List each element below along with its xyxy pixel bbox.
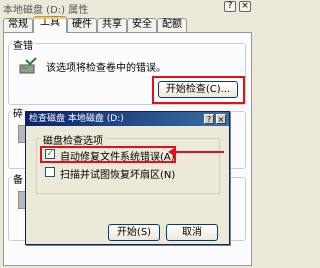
help-button[interactable]: ?: [224, 1, 236, 12]
properties-window: 本地磁盘 (D:) 属性 ? × 常规 工具 硬件 共享 安全 配额 查错 该选…: [0, 0, 255, 268]
error-check-description: 该选项将检查卷中的错误。: [46, 63, 166, 74]
backup-group-label: 备: [11, 171, 25, 186]
dialog-title-bar: 检查磁盘 本地磁盘 (D:): [26, 112, 229, 126]
auto-fix-label: 自动修复文件系统错误(A): [60, 152, 175, 163]
error-check-group-label: 查错: [11, 37, 35, 52]
pointer-arrow-icon: [168, 147, 224, 157]
disk-check-icon: [19, 57, 37, 74]
dialog-close-button[interactable]: ×: [216, 114, 226, 124]
disk-options-label: 磁盘检查选项: [41, 132, 105, 147]
dialog-title: 检查磁盘 本地磁盘 (D:): [29, 114, 124, 124]
tab-quota[interactable]: 配额: [157, 18, 187, 32]
dialog-help-button[interactable]: ?: [204, 114, 214, 124]
cancel-button[interactable]: 取消: [166, 224, 218, 241]
start-button[interactable]: 开始(S): [108, 224, 160, 241]
tab-general[interactable]: 常规: [3, 18, 33, 32]
title-bar: 本地磁盘 (D:) 属性 ? ×: [0, 0, 255, 16]
defrag-group-label: 碎: [11, 105, 25, 120]
tab-sharing[interactable]: 共享: [97, 18, 127, 32]
check-disk-dialog: 检查磁盘 本地磁盘 (D:) ? × 磁盘检查选项 ✓ 自动修复文件系统错误(A…: [25, 111, 230, 245]
auto-fix-checkbox[interactable]: ✓: [45, 149, 55, 159]
start-check-button[interactable]: 开始检查(C)...: [158, 81, 238, 98]
tab-tools[interactable]: 工具: [33, 16, 67, 33]
tab-hardware[interactable]: 硬件: [67, 18, 97, 32]
scan-sectors-checkbox[interactable]: [45, 167, 55, 177]
scan-sectors-label: 扫描并试图恢复坏扇区(N): [60, 170, 176, 181]
close-button[interactable]: ×: [239, 1, 251, 12]
tab-security[interactable]: 安全: [127, 18, 157, 32]
window-title: 本地磁盘 (D:) 属性: [3, 5, 89, 16]
